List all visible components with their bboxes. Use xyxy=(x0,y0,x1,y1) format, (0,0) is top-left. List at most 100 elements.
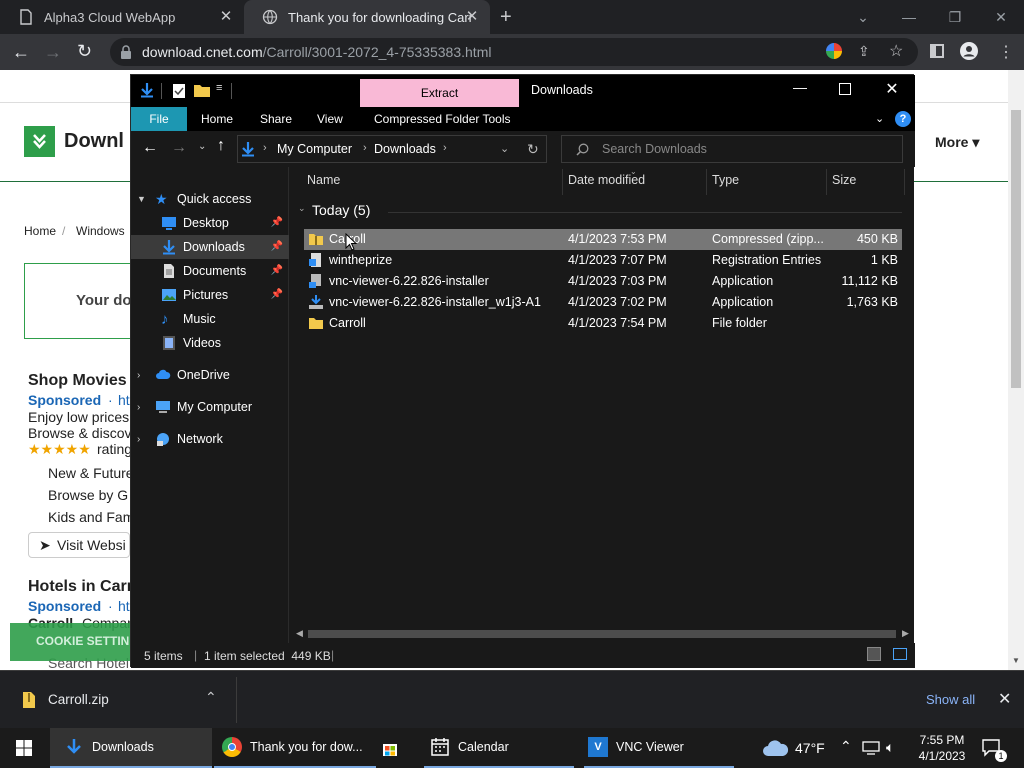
download-options-chevron-icon[interactable]: ⌃ xyxy=(205,689,217,706)
maximize-icon[interactable] xyxy=(839,83,851,95)
properties-icon[interactable] xyxy=(172,83,186,99)
ad-link[interactable]: New & Future xyxy=(48,465,134,481)
sponsored-url[interactable]: ht xyxy=(118,392,130,408)
nav-downloads[interactable]: Downloads 📌 xyxy=(131,235,289,259)
up-icon[interactable]: ↑ xyxy=(217,137,225,155)
breadcrumb-home[interactable]: Home xyxy=(24,224,56,238)
reload-icon[interactable]: ↻ xyxy=(77,41,92,62)
close-window-icon[interactable]: ✕ xyxy=(978,0,1024,34)
tab-cnet[interactable]: Thank you for downloading Carr ✕ xyxy=(244,0,490,34)
tab-view[interactable]: View xyxy=(317,107,343,131)
breadcrumb-my-computer[interactable]: My Computer xyxy=(277,142,352,156)
nav-quick-access[interactable]: ▼ ★ Quick access xyxy=(131,187,289,211)
scroll-right-icon[interactable]: ▶ xyxy=(902,628,909,639)
recent-locations-icon[interactable]: ⌄ xyxy=(198,141,206,152)
volume-icon[interactable]: 🔈︎ xyxy=(886,739,894,756)
google-lens-icon[interactable] xyxy=(826,43,842,59)
file-row[interactable]: Carroll 4/1/2023 7:54 PM File folder xyxy=(304,313,902,334)
pin-icon[interactable]: 📌 xyxy=(271,217,283,228)
download-logo-icon[interactable] xyxy=(24,126,55,157)
restore-icon[interactable]: ❐ xyxy=(932,0,978,34)
ad-title[interactable]: Hotels in Carr xyxy=(28,578,133,596)
tab-search-icon[interactable]: ⌄ xyxy=(840,0,886,34)
cookie-settings-button[interactable]: COOKIE SETTIN xyxy=(10,623,135,661)
breadcrumb-chevron-icon[interactable]: › xyxy=(363,142,367,154)
column-header-type[interactable]: Type xyxy=(712,173,739,187)
visit-website-button[interactable]: ➤ Visit Websi xyxy=(28,532,130,558)
quick-access-toolbar-dropdown-icon[interactable]: ≡ xyxy=(216,82,222,94)
breadcrumb-downloads[interactable]: Downloads xyxy=(374,142,436,156)
menu-kebab-icon[interactable]: ⋮ xyxy=(998,42,1014,62)
collapsed-chevron-icon[interactable]: › xyxy=(137,402,151,413)
column-divider[interactable] xyxy=(562,169,563,195)
expand-ribbon-icon[interactable]: ⌄ xyxy=(875,107,884,131)
new-folder-icon[interactable] xyxy=(194,83,210,97)
close-window-icon[interactable]: ✕ xyxy=(883,79,901,99)
back-icon[interactable]: ← xyxy=(12,42,30,63)
scroll-left-icon[interactable]: ◀ xyxy=(296,628,303,639)
extract-context-tab[interactable]: Extract xyxy=(360,79,519,107)
column-header-name[interactable]: Name xyxy=(307,173,340,187)
ad-link[interactable]: Kids and Fam xyxy=(48,509,134,525)
tab-alpha3[interactable]: Alpha3 Cloud WebApp ✕ xyxy=(0,0,244,34)
page-scrollbar[interactable]: ▼ xyxy=(1008,70,1024,670)
taskbar-calendar-button[interactable]: Calendar xyxy=(424,728,574,768)
horizontal-scrollbar[interactable]: ◀ ▶ xyxy=(290,625,914,643)
help-icon[interactable]: ? xyxy=(895,111,911,127)
ad-link[interactable]: Browse by G xyxy=(48,487,128,503)
refresh-icon[interactable]: ↻ xyxy=(527,141,539,158)
column-divider[interactable] xyxy=(826,169,827,195)
breadcrumb-chevron-icon[interactable]: › xyxy=(443,142,447,154)
column-header-size[interactable]: Size xyxy=(832,173,856,187)
tab-home[interactable]: Home xyxy=(201,107,233,131)
close-download-bar-icon[interactable]: ✕ xyxy=(998,689,1011,709)
collapsed-chevron-icon[interactable]: › xyxy=(137,370,151,381)
tray-chevron-icon[interactable]: ⌃ xyxy=(840,738,852,755)
expanded-chevron-icon[interactable]: ▼ xyxy=(137,194,151,204)
new-tab-button[interactable]: + xyxy=(500,6,520,28)
taskbar-chrome-button[interactable]: Thank you for dow... xyxy=(214,728,376,768)
show-all-downloads-link[interactable]: Show all xyxy=(926,692,975,707)
more-menu[interactable]: More ▾ xyxy=(935,134,979,151)
network-tray-icon[interactable] xyxy=(862,741,880,755)
taskbar-explorer-button[interactable]: Downloads xyxy=(50,728,212,768)
tab-compressed-folder-tools[interactable]: Compressed Folder Tools xyxy=(374,107,511,131)
column-divider[interactable] xyxy=(904,169,905,195)
group-header[interactable]: Today (5) xyxy=(312,202,370,218)
minimize-icon[interactable]: — xyxy=(791,79,809,95)
clock-date[interactable]: 4/1/2023 xyxy=(912,749,972,763)
nav-music[interactable]: ♪ Music xyxy=(131,307,289,331)
search-box[interactable]: Search Downloads xyxy=(561,135,903,163)
bookmark-star-icon[interactable]: ☆ xyxy=(889,41,903,61)
profile-icon[interactable] xyxy=(960,42,978,60)
nav-network[interactable]: › Network xyxy=(131,427,289,451)
explorer-address-bar[interactable]: › My Computer › Downloads › ⌄ ↻ xyxy=(237,135,547,163)
pin-icon[interactable]: 📌 xyxy=(271,265,283,276)
nav-documents[interactable]: Documents 📌 xyxy=(131,259,289,283)
side-panel-icon[interactable] xyxy=(930,44,944,58)
large-icons-view-icon[interactable] xyxy=(893,648,907,660)
pin-icon[interactable]: 📌 xyxy=(271,241,283,252)
tab-file[interactable]: File xyxy=(131,107,187,131)
share-icon[interactable]: ⇪ xyxy=(858,43,870,60)
address-dropdown-icon[interactable]: ⌄ xyxy=(500,142,509,155)
file-row[interactable]: vnc-viewer-6.22.826-installer_w1j3-A1 4/… xyxy=(304,292,902,313)
collapsed-chevron-icon[interactable]: › xyxy=(137,434,151,445)
taskbar-store-button[interactable] xyxy=(380,728,410,768)
close-tab-icon[interactable]: ✕ xyxy=(464,9,480,25)
nav-desktop[interactable]: Desktop 📌 xyxy=(131,211,289,235)
forward-icon[interactable]: → xyxy=(171,139,187,157)
clock-time[interactable]: 7:55 PM xyxy=(912,733,972,747)
minimize-icon[interactable]: — xyxy=(886,0,932,34)
taskbar-vnc-button[interactable]: V VNC Viewer xyxy=(584,728,734,768)
download-file-name[interactable]: Carroll.zip xyxy=(48,692,109,707)
nav-onedrive[interactable]: › OneDrive xyxy=(131,363,289,387)
nav-pictures[interactable]: Pictures 📌 xyxy=(131,283,289,307)
tab-share[interactable]: Share xyxy=(260,107,292,131)
weather-cloud-icon[interactable] xyxy=(762,739,790,757)
column-divider[interactable] xyxy=(706,169,707,195)
back-icon[interactable]: ← xyxy=(142,139,158,157)
sponsored-url[interactable]: ht xyxy=(118,598,130,614)
details-view-icon[interactable] xyxy=(867,647,881,661)
ad-title[interactable]: Shop Movies xyxy=(28,372,127,390)
